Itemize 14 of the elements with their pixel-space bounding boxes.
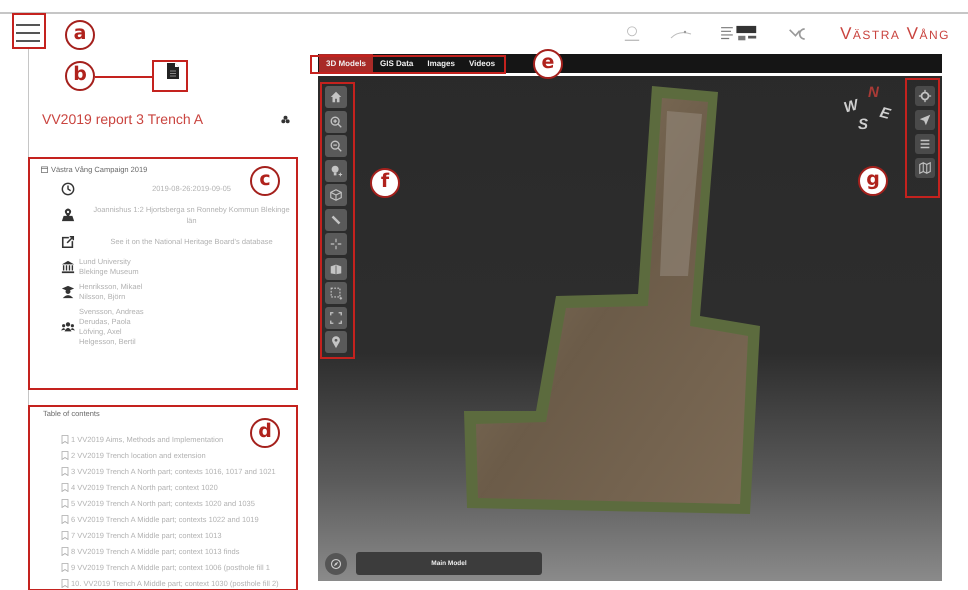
report-title: VV2019 report 3 Trench A xyxy=(42,111,204,127)
brand-name: Västra Vång xyxy=(840,24,950,44)
annotation-label: a xyxy=(65,20,95,50)
compass-letter: S xyxy=(858,116,868,133)
annotation-label: b xyxy=(65,61,95,91)
compass-letter: N xyxy=(868,84,879,101)
compass-letter: E xyxy=(878,104,892,123)
annotation-label: e xyxy=(533,49,563,79)
annotation-label: c xyxy=(250,166,280,196)
tab[interactable]: Images xyxy=(420,54,462,73)
annotation-label: d xyxy=(250,418,280,448)
tab[interactable]: GIS Data xyxy=(373,54,420,73)
tab[interactable]: Videos xyxy=(462,54,502,73)
compass-letter: W xyxy=(842,96,860,117)
